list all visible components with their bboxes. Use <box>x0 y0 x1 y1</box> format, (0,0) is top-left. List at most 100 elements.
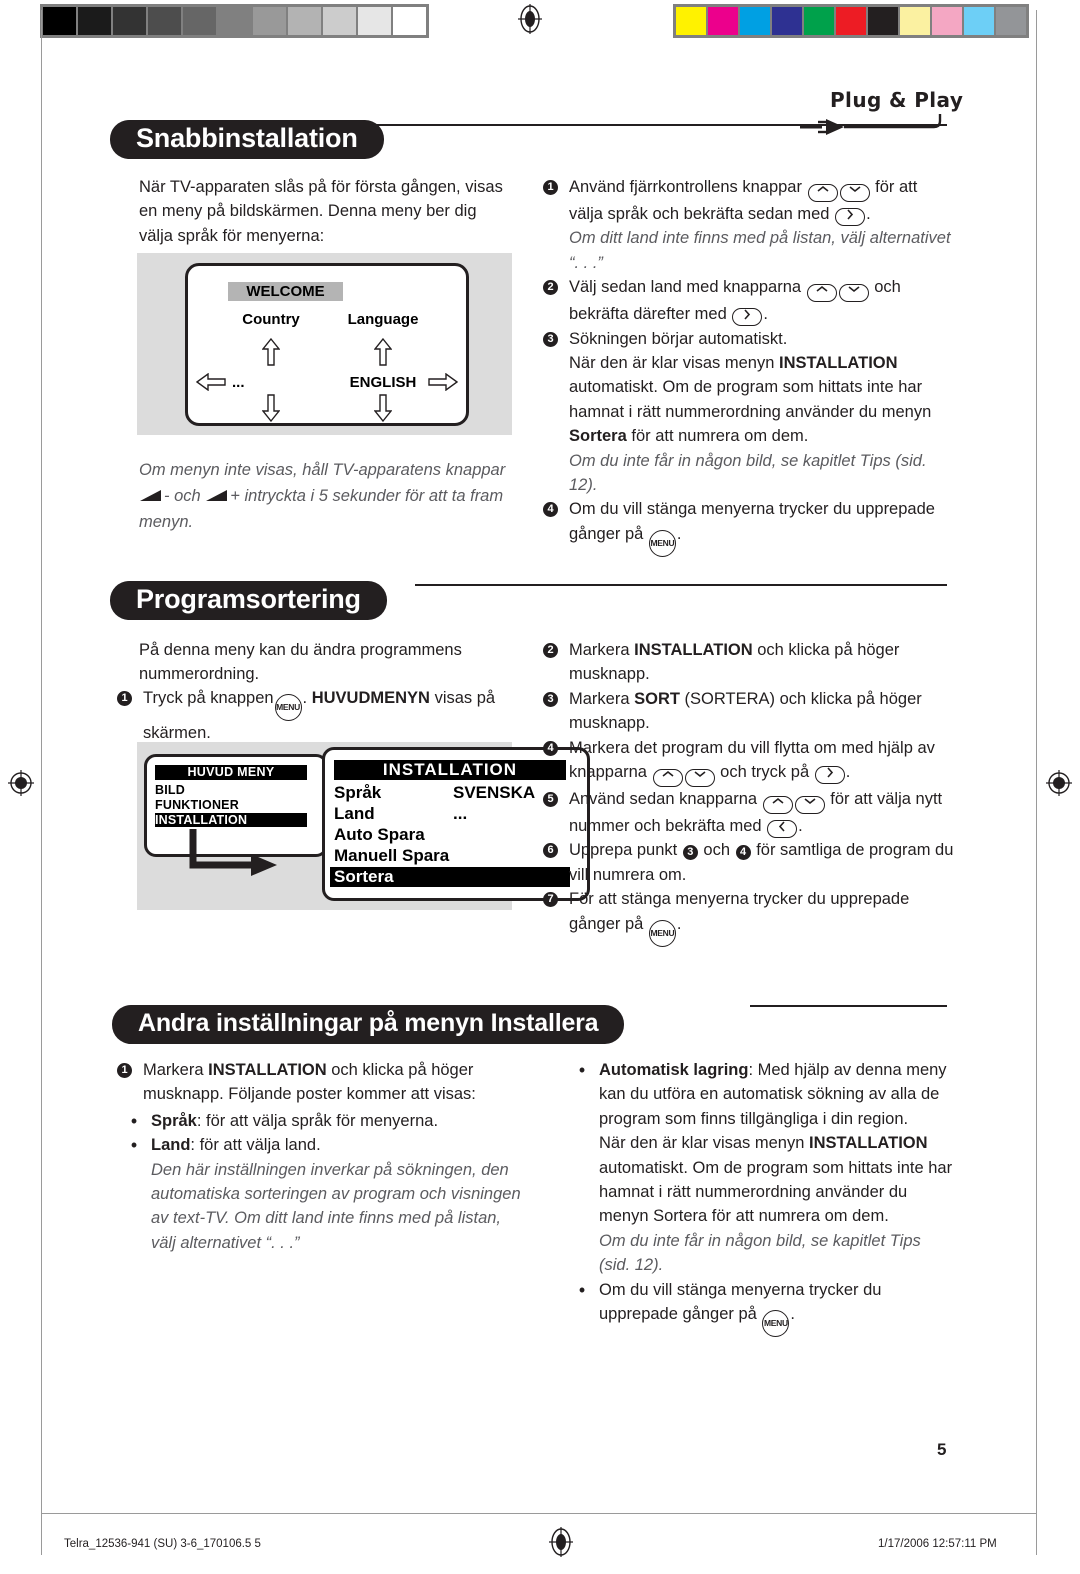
step-number: 1 <box>117 686 143 745</box>
arrow-down-icon-language <box>374 394 392 422</box>
arrow-up-icon-country <box>262 338 280 366</box>
remote-menu-button-icon[interactable]: MENU <box>648 529 676 557</box>
step-text: Markera INSTALLATION och klicka på höger… <box>143 1061 476 1104</box>
remote-menu-button-icon[interactable]: MENU <box>274 694 302 721</box>
remote-key-up-icon[interactable] <box>806 284 837 303</box>
color-swatch-1 <box>708 7 740 35</box>
color-swatch-6 <box>868 7 900 35</box>
color-swatch-0 <box>676 7 708 35</box>
grayscale-swatch-4 <box>183 7 218 35</box>
bold-term-land: Land <box>151 1136 191 1155</box>
grayscale-swatch-9 <box>358 7 393 35</box>
remote-key-down-icon[interactable] <box>839 184 870 202</box>
arrow-down-icon-country <box>262 394 280 422</box>
step-text: Markera det program du vill flytta om me… <box>569 736 955 788</box>
plug-and-play-logo: Plug & Play <box>800 88 970 138</box>
page-number: 5 <box>937 1440 947 1459</box>
step-text: Om du vill stänga menyerna trycker du up… <box>569 497 953 557</box>
step-text: Använd fjärrkontrollens knappar för att … <box>569 175 953 275</box>
color-swatch-5 <box>836 7 868 35</box>
plug-and-play-label: Plug & Play <box>830 88 964 112</box>
section-rule-3 <box>750 1005 947 1007</box>
step-text-part: . <box>676 524 682 543</box>
inline-step-ref-3: 3 <box>682 845 698 861</box>
step-note: Om du inte får in någon bild, se kapitle… <box>569 451 927 495</box>
installation-row-label-sprak[interactable]: Språk <box>334 783 381 803</box>
bullet-text: Land: för att välja land. Den här instäl… <box>151 1133 522 1255</box>
step-text-part: Välj sedan land med knapparna <box>569 278 806 297</box>
bullet-item: • Land: för att välja land. Den här inst… <box>117 1133 522 1255</box>
remote-key-down-icon[interactable] <box>684 769 715 788</box>
grayscale-swatch-0 <box>43 7 78 35</box>
flow-arrow-icon <box>189 829 277 876</box>
step-item: 1 Använd fjärrkontrollens knappar för at… <box>543 175 953 275</box>
installation-menu-figure: HUVUD MENY BILD FUNKTIONER INSTALLATION … <box>137 742 590 910</box>
remote-key-down-icon[interactable] <box>794 796 825 815</box>
color-swatch-8 <box>932 7 964 35</box>
section-rule-1 <box>355 124 947 126</box>
remote-key-up-icon[interactable] <box>807 184 838 202</box>
volume-up-icon <box>206 490 228 501</box>
tv-screen: WELCOME Country Language ... ENGLISH <box>185 263 469 426</box>
main-menu-item-funktioner[interactable]: FUNKTIONER <box>155 798 239 812</box>
remote-key-up-icon[interactable] <box>762 796 793 815</box>
section-heading-1: Snabbinstallation <box>110 120 384 159</box>
osd-title-welcome: WELCOME <box>228 282 343 301</box>
step-item: 2 Markera INSTALLATION och klicka på hög… <box>543 638 955 687</box>
step-number: 4 <box>543 497 569 556</box>
trim-rule-bottom <box>41 1513 1037 1514</box>
step-number: 2 <box>543 638 569 687</box>
trim-rule-left <box>41 10 42 1555</box>
bold-term-installation: INSTALLATION <box>634 641 753 659</box>
section-2-intro-text: På denna meny kan du ändra programmens n… <box>139 641 462 684</box>
step-text: Använd sedan knapparna för att välja nyt… <box>569 787 955 839</box>
grayscale-swatch-6 <box>253 7 288 35</box>
remote-key-down-icon[interactable] <box>838 284 869 303</box>
bold-term-sprak: Språk <box>151 1111 197 1130</box>
bullet-dot-icon: • <box>578 1060 586 1080</box>
remote-key-up-icon[interactable] <box>652 769 683 788</box>
installation-row-label-manuell-spara[interactable]: Manuell Spara <box>334 846 449 866</box>
bold-term-installation: INSTALLATION <box>779 354 898 373</box>
step-number: 6 <box>543 838 569 887</box>
footer-right: 1/17/2006 12:57:11 PM <box>878 1538 997 1550</box>
installation-row-label-sortera[interactable]: Sortera <box>330 867 570 887</box>
bullet-text: Automatisk lagring: Med hjälp av denna m… <box>599 1058 955 1278</box>
step-text: Markera SORT (SORTERA) och klicka på hög… <box>569 689 922 733</box>
registration-mark-left <box>6 768 36 798</box>
osd-value-language: ENGLISH <box>349 374 417 391</box>
remote-menu-button-icon[interactable]: MENU <box>762 1310 790 1338</box>
trim-rule-right <box>1036 10 1037 1555</box>
section-heading-3: Andra inställningar på menyn Installera <box>112 1005 625 1044</box>
osd-label-country: Country <box>242 311 300 328</box>
manual-page: Plug & Play Snabbinstallation När TV-app… <box>0 0 1080 1574</box>
bullet-dot-icon: • <box>130 1110 138 1131</box>
remote-menu-button-icon[interactable]: MENU <box>648 919 676 947</box>
power-plug-icon <box>800 114 942 135</box>
step-item: 7 För att stänga menyerna trycker du upp… <box>543 887 955 947</box>
section-1-figure-caption: Om menyn inte visas, håll TV-apparatens … <box>139 457 517 535</box>
bullet-item: • Automatisk lagring: Med hjälp av denna… <box>565 1058 955 1278</box>
step-number: 5 <box>543 787 569 838</box>
bullet-dot-icon: • <box>130 1135 138 1156</box>
bold-term-automatisk-lagring: Automatisk lagring <box>599 1061 749 1079</box>
welcome-screen-figure: WELCOME Country Language ... ENGLISH <box>137 253 512 435</box>
section-2-intro: På denna meny kan du ändra programmens n… <box>139 638 514 687</box>
step-item: 1 Tryck på knappen MENU. HUVUDMENYN visas… <box>117 686 517 745</box>
installation-row-label-land[interactable]: Land <box>334 804 375 824</box>
remote-key-right-icon[interactable] <box>732 308 763 327</box>
bold-term-sort: SORT <box>634 689 680 708</box>
section-title-1: Snabbinstallation <box>110 120 384 159</box>
remote-key-left-icon[interactable] <box>767 820 798 839</box>
bold-term-installation: INSTALLATION <box>809 1134 928 1153</box>
main-menu-item-installation[interactable]: INSTALLATION <box>155 813 307 827</box>
main-menu-item-bild[interactable]: BILD <box>155 783 185 797</box>
installation-row-label-auto-spara[interactable]: Auto Spara <box>334 825 425 845</box>
installation-row-value-sprak: SVENSKA <box>453 783 536 802</box>
grayscale-swatch-2 <box>113 7 148 35</box>
remote-key-right-icon[interactable] <box>835 208 866 226</box>
step-text-part: . <box>866 205 871 223</box>
color-swatch-7 <box>900 7 932 35</box>
step-text-part: Om du vill stänga menyerna trycker du up… <box>569 500 935 543</box>
remote-key-right-icon[interactable] <box>814 766 845 785</box>
